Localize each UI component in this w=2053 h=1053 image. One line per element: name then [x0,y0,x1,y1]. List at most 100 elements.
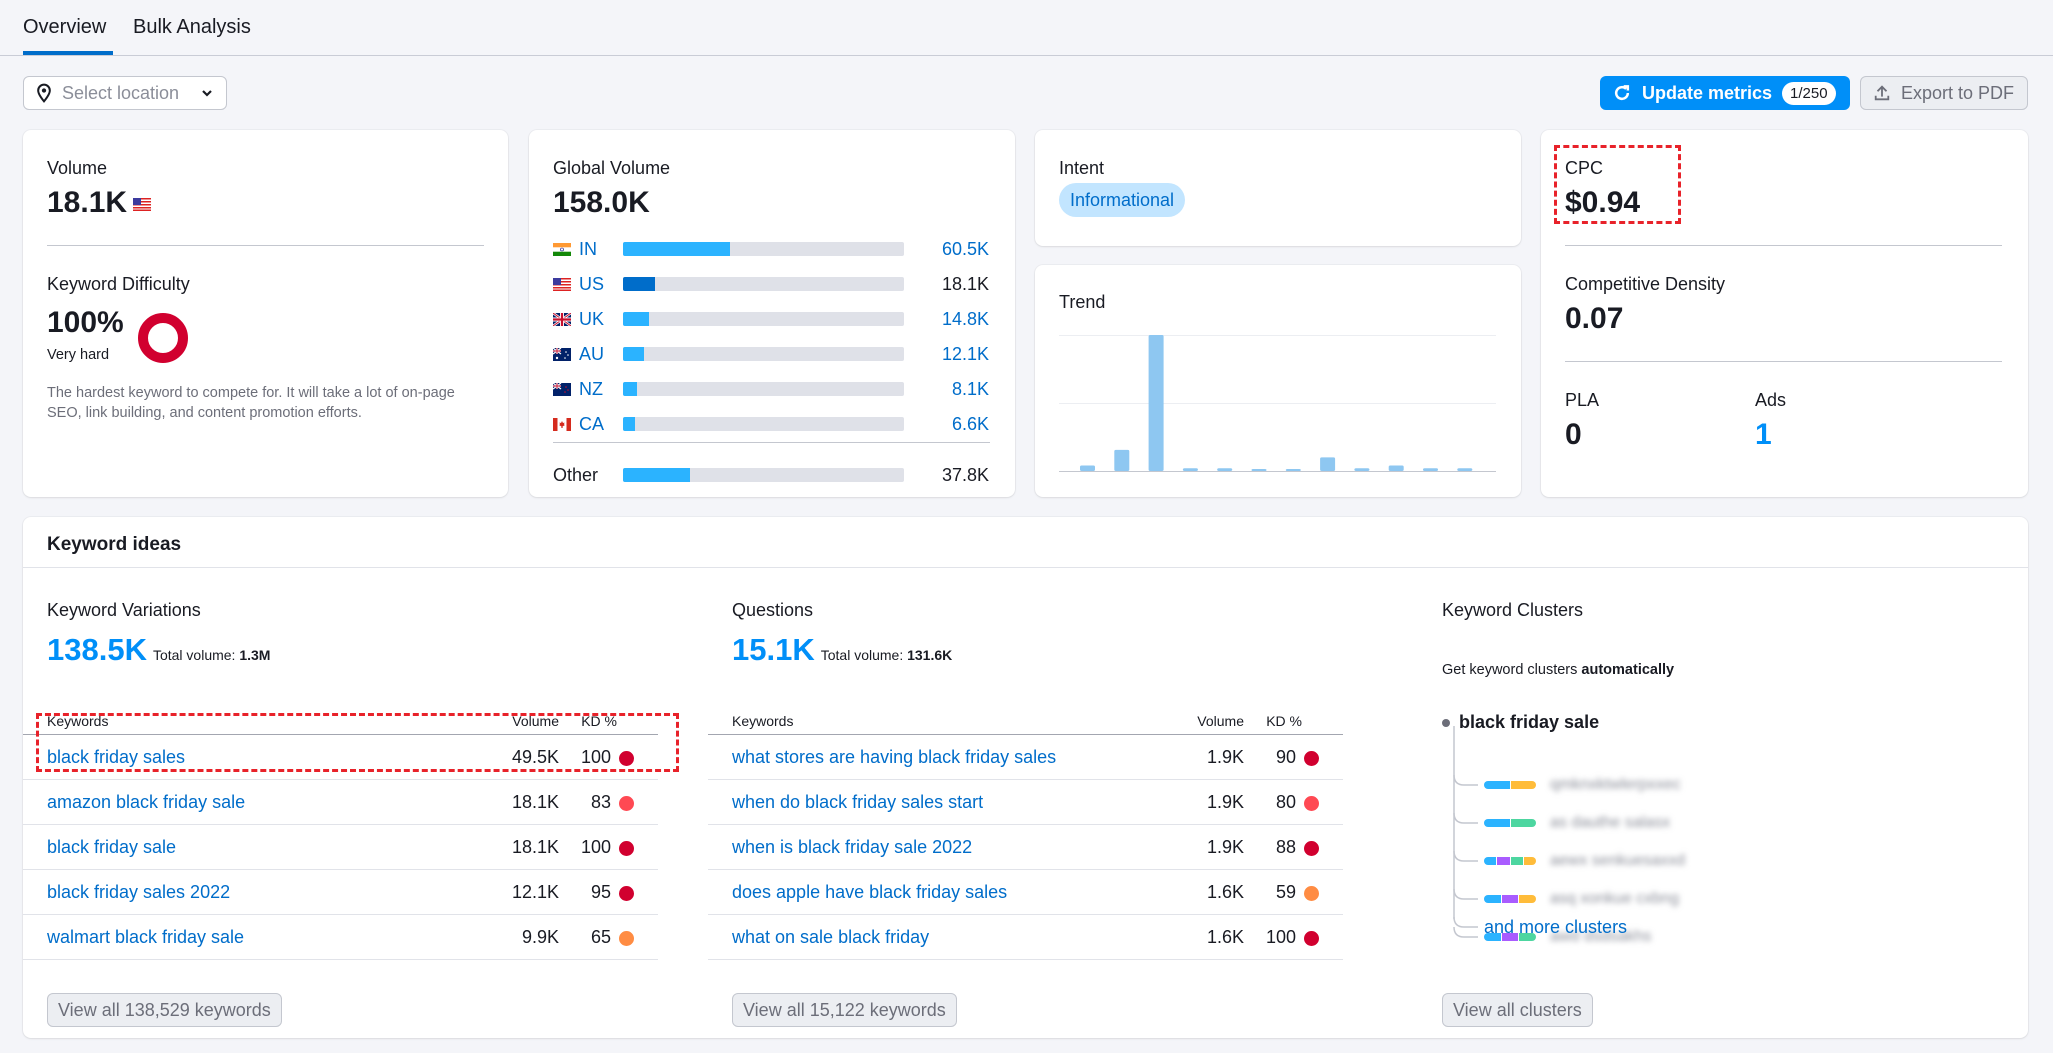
trend-label: Trend [1059,292,1106,312]
keyword-ideas-panel: Keyword ideas Keyword Variations 138.5K … [23,517,2028,1038]
questions-count[interactable]: 15.1K [732,632,815,668]
keyword-link[interactable]: walmart black friday sale [47,927,244,948]
keyword-link[interactable]: does apple have black friday sales [732,882,1007,903]
cluster-item[interactable]: qmknxktwlerpxxec [1484,775,1681,795]
country-row-in[interactable]: IN 60.5K [553,237,989,261]
country-row-ca[interactable]: CA 6.6K [553,412,989,436]
keyword-volume: 1.9K [1206,747,1244,767]
keyword-link[interactable]: amazon black friday sale [47,792,245,813]
export-pdf-button[interactable]: Export to PDF [1860,76,2028,110]
kd-value: 100% [47,306,124,339]
cluster-item[interactable]: asq xonkue cxbng [1484,889,1679,909]
tree-branch [1453,926,1478,938]
column-header-kd[interactable]: KD % [1266,713,1302,729]
refresh-icon [1614,85,1630,101]
keyword-volume: 18.1K [511,837,559,857]
trend-bar[interactable] [1148,335,1164,471]
country-volume-bar-fill [623,312,650,326]
table-row: does apple have black friday sales 1.6K 59 [708,870,1343,915]
kd-donut-icon [138,313,188,363]
trend-bar[interactable] [1114,449,1130,471]
country-row-uk[interactable]: UK 14.8K [553,307,989,331]
keyword-link[interactable]: black friday sale [47,837,176,858]
table-row: when is black friday sale 2022 1.9K 88 [708,825,1343,870]
clusters-title: Keyword Clusters [1442,600,1584,620]
questions-summary: 15.1K Total volume: 131.6K [732,632,952,668]
view-all-clusters-button[interactable]: View all clusters [1442,993,1593,1027]
location-select[interactable]: Select location [23,76,227,110]
country-volume-value[interactable]: 60.5K [942,239,989,260]
cluster-intent-bar [1484,895,1536,903]
update-metrics-button[interactable]: Update metrics 1/250 [1600,76,1850,110]
tree-branch [1453,812,1478,824]
table-row: what stores are having black friday sale… [708,735,1343,780]
column-header-keywords[interactable]: Keywords [732,713,793,729]
keyword-kd: 65 [590,927,611,947]
other-label: Other [553,464,599,485]
ads-value-link[interactable]: 1 [1755,418,1772,452]
cluster-intent-bar [1484,857,1536,865]
country-code[interactable]: UK [579,309,624,330]
cluster-intent-bar [1484,781,1536,789]
cluster-bar-segment [1484,781,1510,789]
more-clusters-link[interactable]: and more clusters [1484,917,1627,938]
tree-branch [1453,888,1478,900]
total-volume-label: Total volume: [152,647,236,663]
trend-bar[interactable] [1285,469,1301,471]
view-all-variations-button[interactable]: View all 138,529 keywords [47,993,282,1027]
us-flag-icon [553,277,571,291]
cluster-item[interactable]: aewx senkuesaxxd [1484,851,1685,871]
variations-title: Keyword Variations [47,600,201,620]
keyword-link[interactable]: when is black friday sale 2022 [732,837,972,858]
trend-bar[interactable] [1182,468,1198,471]
country-volume-value[interactable]: 6.6K [952,414,989,435]
trend-bar[interactable] [1217,468,1233,471]
country-code[interactable]: IN [579,239,624,260]
country-code[interactable]: NZ [579,379,624,400]
country-volume-bar [623,347,904,361]
cluster-bar-segment [1510,781,1536,789]
keyword-link[interactable]: black friday sales 2022 [47,882,230,903]
keyword-kd: 83 [590,792,611,812]
update-metrics-label: Update metrics [1642,82,1773,103]
country-code[interactable]: AU [579,344,624,365]
trend-bar[interactable] [1423,468,1438,471]
in-flag-icon [553,242,571,256]
kd-indicator-dot [1304,796,1319,811]
keyword-link[interactable]: what stores are having black friday sale… [732,747,1056,768]
keyword-link[interactable]: what on sale black friday [732,927,929,948]
country-row-au[interactable]: AU 12.1K [553,342,989,366]
country-volume-value[interactable]: 8.1K [952,379,989,400]
kd-indicator-dot [1304,931,1319,946]
country-volume-value[interactable]: 14.8K [942,309,989,330]
country-code[interactable]: CA [579,414,624,435]
other-value: 37.8K [941,464,989,485]
cluster-bar-segment [1501,895,1519,903]
tab-overview[interactable]: Overview [23,16,113,55]
total-volume-label: Total volume: [820,647,904,663]
tab-bulk-analysis[interactable]: Bulk Analysis [133,16,251,55]
trend-bar[interactable] [1080,465,1095,471]
view-all-questions-button[interactable]: View all 15,122 keywords [732,993,957,1027]
country-volume-bar-fill [623,277,656,291]
trend-bar[interactable] [1457,468,1473,471]
keyword-link[interactable]: when do black friday sales start [732,792,983,813]
trend-bar[interactable] [1388,465,1404,471]
trend-bar[interactable] [1354,468,1370,471]
intent-badge[interactable]: Informational [1059,183,1186,217]
country-code: US [579,273,605,294]
tab-bar: Overview Bulk Analysis [0,0,2053,56]
cluster-bar-segment [1519,895,1536,903]
country-volume-value[interactable]: 12.1K [942,344,989,365]
trend-bar[interactable] [1320,457,1336,471]
divider [1565,245,2002,246]
cluster-item[interactable]: as dauthe salasx [1484,813,1670,833]
cluster-bar-segment [1510,819,1536,827]
cpc-label: CPC [1565,158,1604,178]
table-row: amazon black friday sale 18.1K 83 [23,780,658,825]
trend-bar[interactable] [1251,469,1267,471]
column-header-volume[interactable]: Volume [1197,713,1244,729]
country-row-nz[interactable]: NZ 8.1K [553,377,989,401]
variations-count[interactable]: 138.5K [47,632,147,668]
kd-indicator-dot [619,931,634,946]
